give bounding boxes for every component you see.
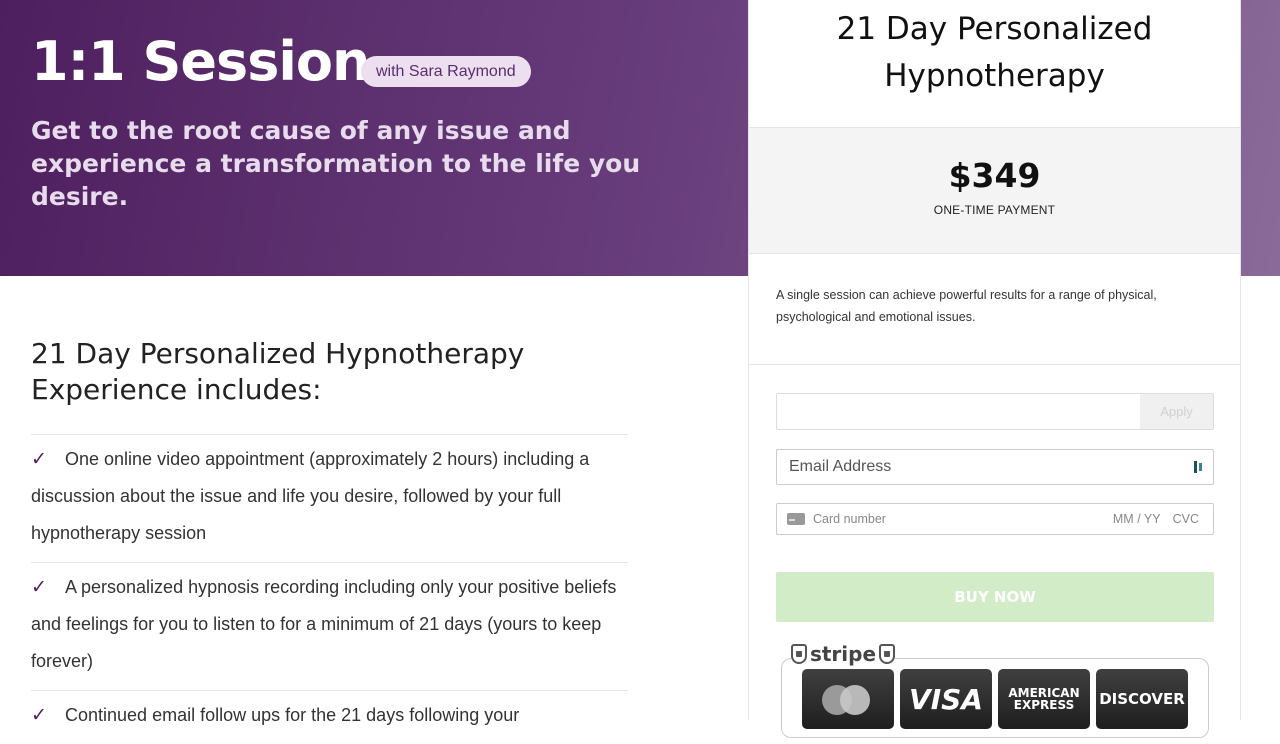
payment-badge: VISA AMERICAN EXPRESS DISCOVER stripe: [781, 642, 1209, 738]
feature-text: A personalized hypnosis recording includ…: [31, 577, 617, 671]
checkmark-icon: ✓: [31, 705, 47, 726]
instructor-badge: with Sara Raymond: [361, 56, 531, 87]
page-title: 1:1 Session: [31, 30, 370, 93]
list-item: ✓ A personalized hypnosis recording inclu…: [31, 562, 628, 690]
product-title: 21 Day Personalized Hypnotherapy: [749, 0, 1240, 128]
list-item: ✓ Continued email follow ups for the 21 d…: [31, 690, 628, 744]
features-list: ✓ One online video appointment (approxima…: [31, 434, 628, 744]
checkmark-icon: ✓: [31, 449, 47, 470]
coupon-input[interactable]: [777, 394, 1140, 429]
checkmark-icon: ✓: [31, 577, 47, 598]
email-field: [776, 449, 1214, 485]
checkout-card: 21 Day Personalized Hypnotherapy $349 ON…: [748, 0, 1241, 738]
visa-logo: VISA: [900, 669, 992, 729]
card-field[interactable]: Card number MM / YY CVC: [776, 503, 1214, 535]
list-item: ✓ One online video appointment (approxima…: [31, 434, 628, 562]
price-box: $349 ONE-TIME PAYMENT: [749, 128, 1240, 254]
stripe-row: stripe: [791, 642, 895, 666]
password-manager-icon[interactable]: [1191, 460, 1207, 474]
apply-button[interactable]: Apply: [1140, 394, 1213, 429]
expiry-placeholder[interactable]: MM / YY: [1113, 512, 1161, 526]
product-description: A single session can achieve powerful re…: [749, 254, 1240, 365]
amex-logo: AMERICAN EXPRESS: [998, 669, 1090, 729]
price: $349: [948, 156, 1041, 195]
email-input[interactable]: [777, 458, 1191, 476]
features-section: 21 Day Personalized Hypnotherapy Experie…: [31, 336, 628, 744]
stripe-logo: stripe: [809, 642, 877, 666]
mastercard-logo: [802, 669, 894, 729]
credit-card-icon: [787, 513, 805, 525]
buy-now-button[interactable]: BUY NOW: [776, 572, 1214, 622]
card-number-placeholder[interactable]: Card number: [813, 512, 1113, 526]
shield-icon: [879, 644, 895, 664]
card-logos: VISA AMERICAN EXPRESS DISCOVER: [781, 658, 1209, 738]
feature-text: Continued email follow ups for the 21 da…: [65, 705, 520, 725]
shield-icon: [791, 644, 807, 664]
hero-subtitle: Get to the root cause of any issue and e…: [31, 116, 641, 211]
features-heading: 21 Day Personalized Hypnotherapy Experie…: [31, 337, 525, 406]
price-label: ONE-TIME PAYMENT: [933, 203, 1056, 217]
discover-logo: DISCOVER: [1096, 669, 1188, 729]
feature-text: One online video appointment (approximat…: [31, 449, 590, 543]
coupon-field: Apply: [776, 393, 1214, 430]
cvc-placeholder[interactable]: CVC: [1173, 512, 1199, 526]
